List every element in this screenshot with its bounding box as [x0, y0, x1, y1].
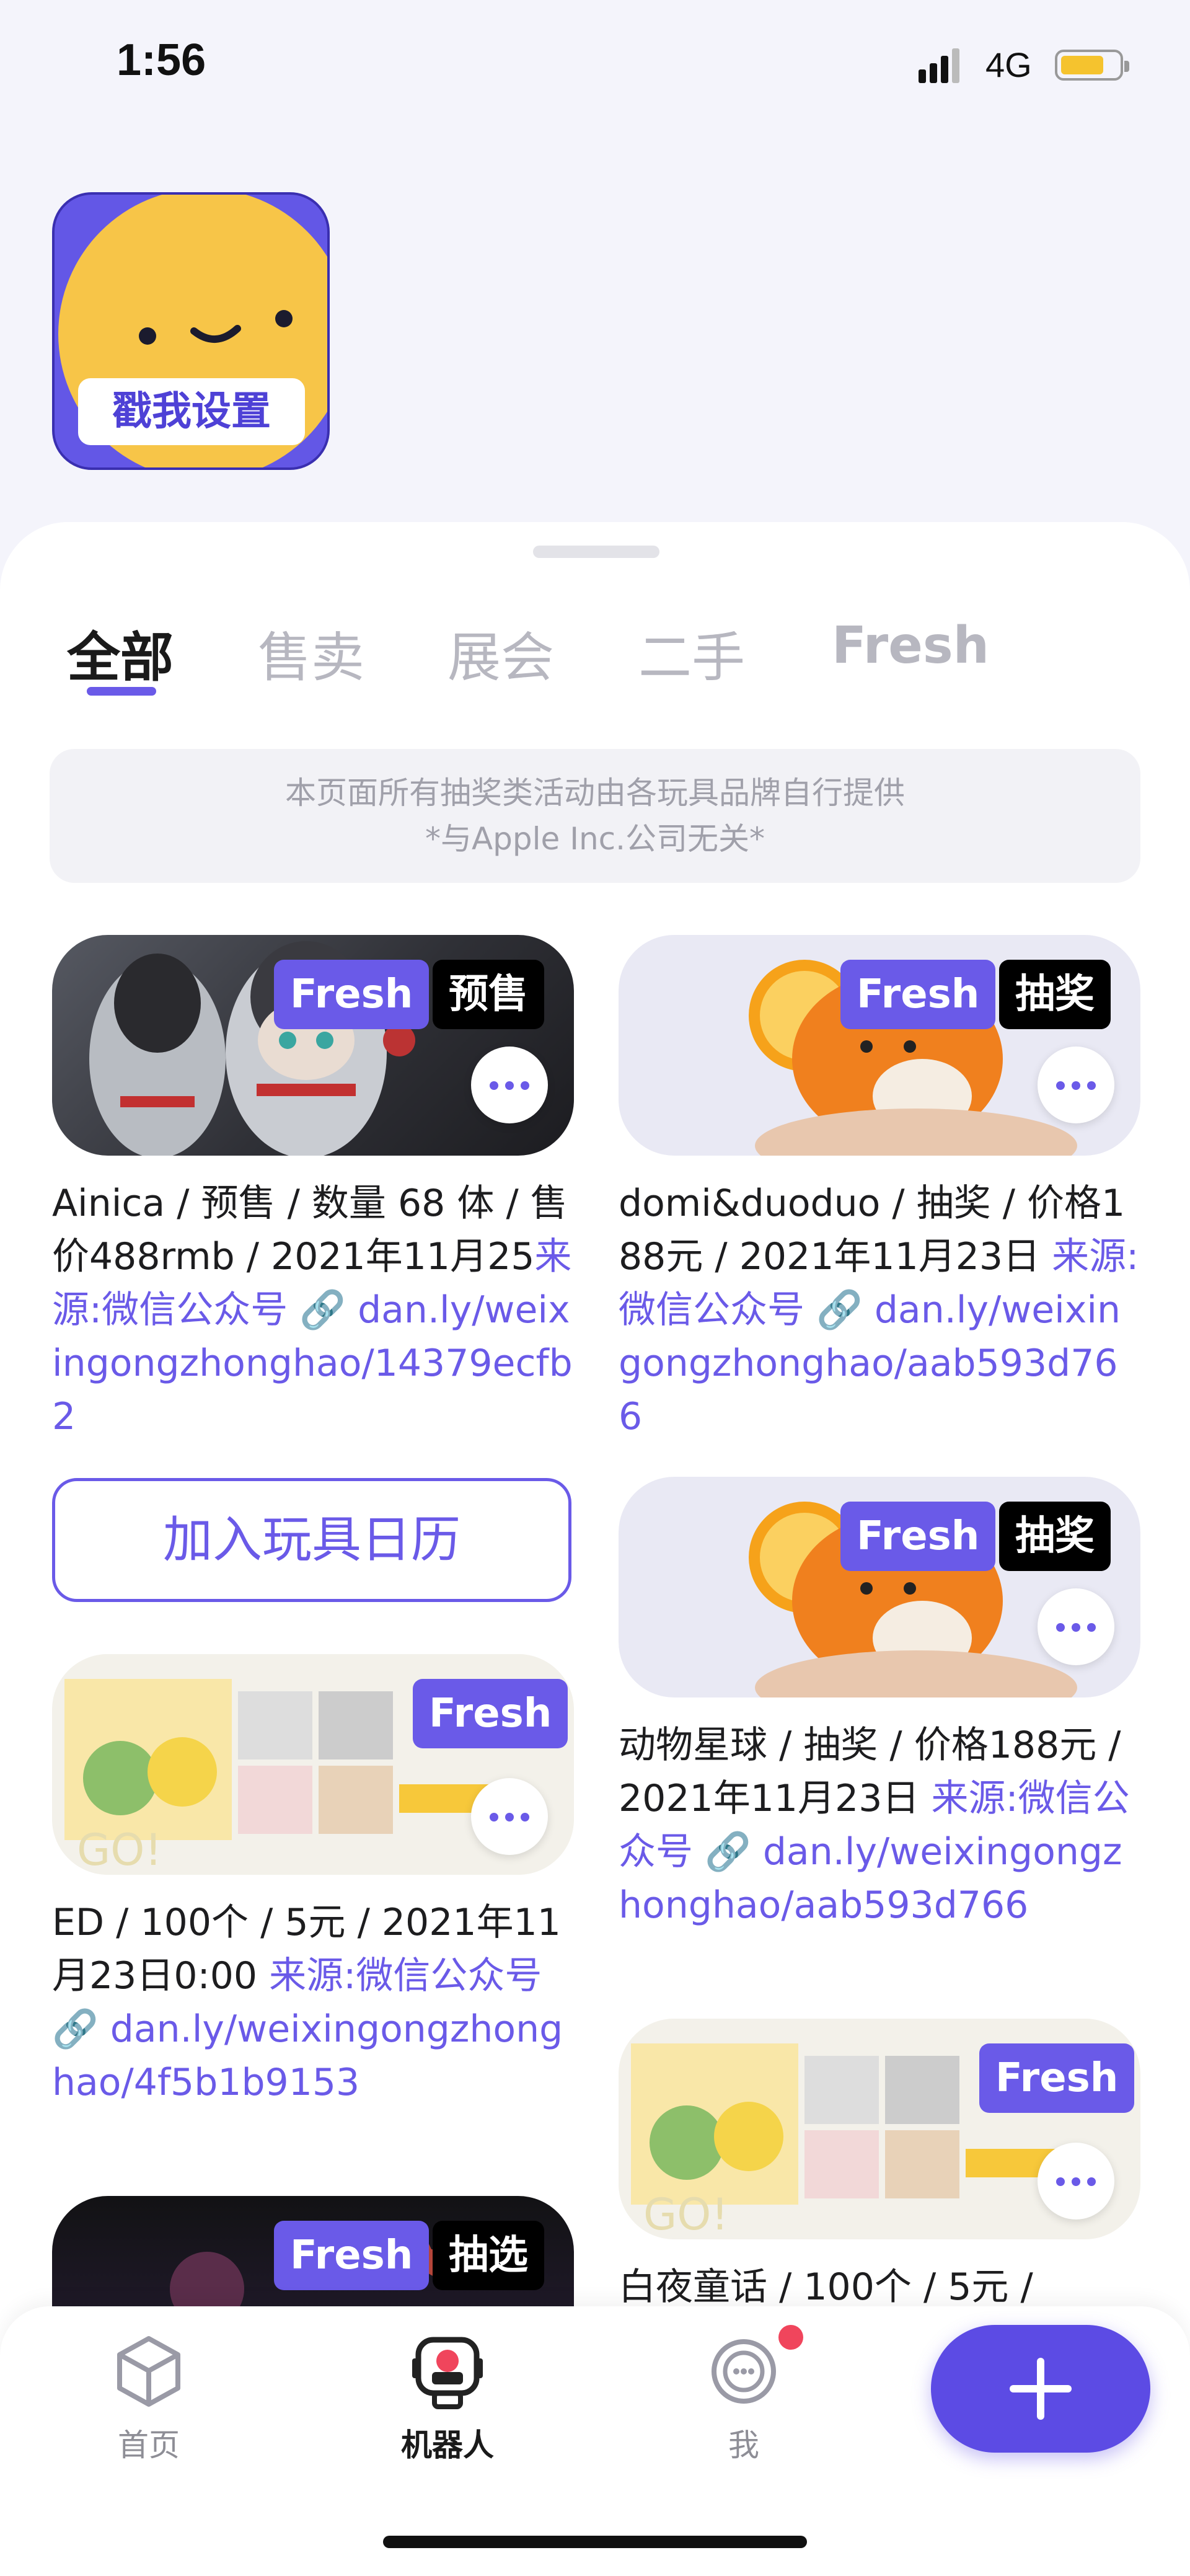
home-indicator — [383, 2536, 807, 2548]
event-text: Ainica / 预售 / 数量 68 体 / 售价488rmb / 2021年… — [52, 1182, 568, 1278]
event-text: domi&duoduo / 抽奖 / 价格188元 / 2021年11月23日 — [619, 1182, 1126, 1278]
disclaimer-line-1: 本页面所有抽奖类活动由各玩具品牌自行提供 — [285, 775, 905, 811]
plus-icon — [1010, 2358, 1072, 2420]
robot-icon — [412, 2337, 483, 2409]
nav-home-label: 首页 — [118, 2427, 180, 2463]
event-card[interactable]: GO! Fresh 白夜童话 / 100个 / 5元 / — [619, 2019, 1140, 2341]
nav-robot-label: 机器人 — [401, 2427, 494, 2463]
network-type: 4G — [985, 45, 1032, 84]
tab-exhibition[interactable]: 展会 — [447, 614, 554, 691]
event-card[interactable]: Fresh 抽选 — [52, 2196, 574, 2314]
nav-me[interactable]: 我 — [676, 2331, 812, 2465]
type-badge: 抽奖 — [999, 1502, 1111, 1571]
app-screen: 1:56 4G 戳我设置 全部 售卖 展会 二手 Fresh 本页面所有抽奖类活… — [0, 0, 1190, 2576]
disclaimer-notice: 本页面所有抽奖类活动由各玩具品牌自行提供 *与Apple Inc.公司无关* — [50, 749, 1140, 883]
more-options-button[interactable] — [471, 1778, 548, 1855]
settings-label: 戳我设置 — [78, 378, 305, 445]
tab-fresh[interactable]: Fresh — [832, 616, 989, 675]
sheet-drag-handle[interactable] — [533, 546, 659, 558]
settings-card[interactable]: 戳我设置 — [52, 192, 330, 470]
type-badge: 抽选 — [433, 2221, 544, 2290]
disclaimer-line-2: *与Apple Inc.公司无关* — [425, 821, 765, 857]
notification-dot — [778, 2325, 803, 2350]
profile-icon — [712, 2339, 776, 2404]
event-card[interactable]: Fresh 抽奖 domi&duoduo / 抽奖 / 价格188元 / 202… — [619, 935, 1140, 1481]
more-options-button[interactable] — [1038, 1047, 1114, 1123]
tab-all[interactable]: 全部 — [67, 614, 174, 691]
battery-icon — [1055, 50, 1129, 81]
add-to-calendar-button[interactable]: 加入玩具日历 — [52, 1478, 571, 1602]
fresh-badge: Fresh — [274, 960, 430, 1029]
event-description: Ainica / 预售 / 数量 68 体 / 售价488rmb / 2021年… — [52, 1177, 574, 1443]
nav-robot[interactable]: 机器人 — [379, 2331, 516, 2465]
home-cube-icon — [117, 2336, 180, 2407]
more-options-button[interactable] — [471, 1047, 548, 1123]
event-description: ED / 100个 / 5元 / 2021年11月23日0:00 来源:微信公众… — [52, 1896, 574, 2109]
type-badge: 预售 — [433, 960, 544, 1029]
fresh-badge: Fresh — [840, 960, 996, 1029]
fresh-badge: Fresh — [840, 1502, 996, 1571]
status-bar: 1:56 4G — [0, 0, 1190, 130]
event-card[interactable]: Fresh 预售 Ainica / 预售 / 数量 68 体 / 售价488rm… — [52, 935, 574, 1481]
type-badge: 抽奖 — [999, 960, 1111, 1029]
event-description: domi&duoduo / 抽奖 / 价格188元 / 2021年11月23日 … — [619, 1177, 1140, 1443]
more-options-button[interactable] — [1038, 2143, 1114, 2220]
status-time: 1:56 — [117, 35, 206, 85]
more-options-button[interactable] — [1038, 1588, 1114, 1665]
fresh-badge: Fresh — [413, 1679, 568, 1748]
event-description: 动物星球 / 抽奖 / 价格188元 / 2021年11月23日 来源:微信公众… — [619, 1719, 1140, 1932]
fresh-badge: Fresh — [274, 2221, 430, 2290]
nav-home[interactable]: 首页 — [81, 2331, 217, 2465]
add-button[interactable] — [931, 2325, 1150, 2453]
event-card[interactable]: GO! Fresh ED / 100个 / 5元 / 2021年11月23日0:… — [52, 1654, 574, 2200]
event-card[interactable]: Fresh 抽奖 动物星球 / 抽奖 / 价格188元 / 2021年11月23… — [619, 1477, 1140, 2022]
fresh-badge: Fresh — [979, 2043, 1135, 2113]
event-text: 白夜童话 / 100个 / 5元 / — [619, 2265, 1033, 2309]
svg-text:GO!: GO! — [77, 1825, 162, 1875]
smiley-face-icon — [139, 310, 293, 345]
cellular-signal-icon — [919, 48, 959, 83]
category-tabs: 全部 售卖 展会 二手 Fresh — [0, 614, 1190, 691]
active-tab-indicator — [87, 687, 156, 696]
tab-secondhand[interactable]: 二手 — [638, 614, 745, 691]
nav-me-label: 我 — [728, 2427, 759, 2463]
tab-sale[interactable]: 售卖 — [258, 614, 364, 691]
svg-text:GO!: GO! — [643, 2189, 728, 2239]
